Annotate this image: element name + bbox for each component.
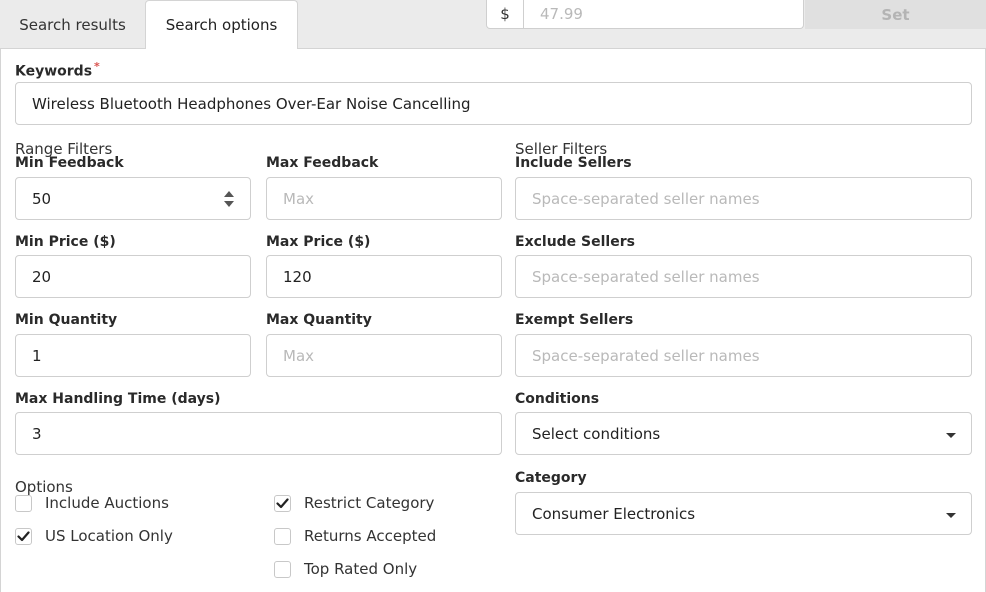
top-rated-checkbox[interactable] [274,560,291,578]
include-sellers-label: Include Sellers [515,155,632,171]
returns-accepted-option[interactable]: Returns Accepted [274,527,436,545]
restrict-category-checkbox[interactable] [274,494,291,512]
tab-search-results[interactable]: Search results [0,0,145,49]
checkmark-icon [17,530,30,541]
us-location-label: US Location Only [45,527,173,545]
min-quantity-value: 1 [32,346,42,365]
conditions-label: Conditions [515,391,600,407]
conditions-value: Select conditions [532,424,661,443]
include-sellers-input[interactable]: Space-separated seller names [515,177,972,220]
include-sellers-placeholder: Space-separated seller names [532,189,760,208]
max-price-label: Max Price ($) [266,234,371,250]
exclude-sellers-label: Exclude Sellers [515,234,635,250]
required-mark: * [94,60,100,73]
max-price-input[interactable]: 120 [266,255,502,298]
max-handling-label: Max Handling Time (days) [15,391,221,407]
us-location-checkbox[interactable] [15,527,32,545]
conditions-select[interactable]: Select conditions [515,412,972,455]
tab-search-options[interactable]: Search options [145,0,298,49]
exempt-sellers-placeholder: Space-separated seller names [532,346,760,365]
min-price-value: 20 [32,267,52,286]
top-rated-option[interactable]: Top Rated Only [274,560,417,578]
currency-addon: $ [486,0,524,29]
exclude-sellers-placeholder: Space-separated seller names [532,267,760,286]
min-quantity-label: Min Quantity [15,312,118,328]
price-input[interactable]: 47.99 [523,0,804,29]
exempt-sellers-label: Exempt Sellers [515,312,634,328]
category-value: Consumer Electronics [532,504,696,523]
number-spinner-icon[interactable] [224,191,234,207]
checkmark-icon [276,497,289,508]
keywords-label: Keywords * [15,60,100,80]
min-price-label: Min Price ($) [15,234,116,250]
min-feedback-label: Min Feedback [15,155,124,171]
max-quantity-input[interactable]: Max [266,334,502,377]
max-feedback-placeholder: Max [283,189,315,208]
max-handling-input[interactable]: 3 [15,412,502,455]
category-label: Category [515,470,587,486]
search-options-panel: Keywords * Wireless Bluetooth Headphones … [0,48,986,592]
caret-down-icon [946,433,956,438]
top-rated-label: Top Rated Only [304,560,418,578]
min-price-input[interactable]: 20 [15,255,251,298]
max-quantity-label: Max Quantity [266,312,372,328]
max-feedback-input[interactable]: Max [266,177,502,220]
min-feedback-value: 50 [32,189,52,208]
returns-accepted-label: Returns Accepted [304,527,437,545]
min-quantity-input[interactable]: 1 [15,334,251,377]
include-auctions-checkbox[interactable] [15,494,32,512]
exempt-sellers-input[interactable]: Space-separated seller names [515,334,972,377]
returns-accepted-checkbox[interactable] [274,527,291,545]
max-quantity-placeholder: Max [283,346,315,365]
caret-down-icon [946,513,956,518]
keywords-value: Wireless Bluetooth Headphones Over-Ear N… [32,94,471,113]
category-select[interactable]: Consumer Electronics [515,492,972,535]
include-auctions-label: Include Auctions [45,494,169,512]
include-auctions-option[interactable]: Include Auctions [15,494,169,512]
exclude-sellers-input[interactable]: Space-separated seller names [515,255,972,298]
restrict-category-label: Restrict Category [304,494,435,512]
us-location-option[interactable]: US Location Only [15,527,173,545]
keywords-input[interactable]: Wireless Bluetooth Headphones Over-Ear N… [15,82,972,125]
max-price-value: 120 [283,267,312,286]
restrict-category-option[interactable]: Restrict Category [274,494,434,512]
max-feedback-label: Max Feedback [266,155,379,171]
min-feedback-input[interactable]: 50 [15,177,251,220]
set-button[interactable]: Set [805,0,986,29]
max-handling-value: 3 [32,424,42,443]
